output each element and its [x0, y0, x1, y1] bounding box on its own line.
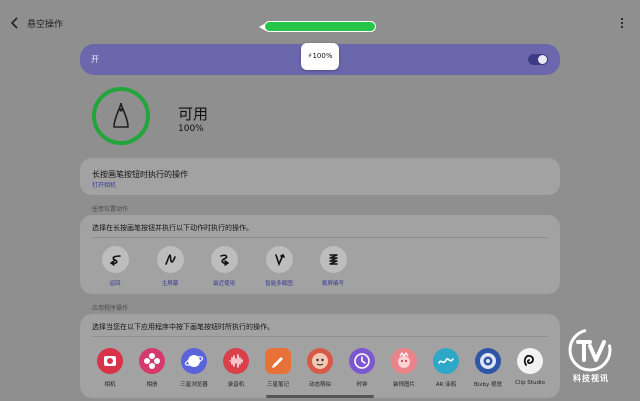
pen-button-action-card[interactable]: 长按画笔按钮时执行的操作 打开相机: [80, 158, 560, 195]
more-vertical-icon[interactable]: [620, 17, 624, 32]
app-label: 三星笔记: [266, 382, 289, 388]
app-label: 装饰图片: [392, 382, 415, 388]
pen-battery-ring: [92, 87, 150, 145]
pen-button-action-value: 打开相机: [92, 182, 117, 189]
bixby-vision-app-icon[interactable]: [475, 348, 501, 374]
gesture-smart-select-icon[interactable]: [265, 246, 293, 273]
gesture-label: 最近使用: [212, 281, 235, 287]
divider: [92, 237, 548, 238]
pen-button-action-title: 长按画笔按钮时执行的操作: [92, 170, 188, 179]
gallery-app-icon[interactable]: [139, 348, 165, 374]
notes-app-icon[interactable]: [265, 348, 291, 374]
app-item-decorate-pic[interactable]: 装饰图片: [384, 348, 424, 388]
app-item-bixby-vision[interactable]: Bixby 视觉: [468, 348, 508, 388]
master-toggle[interactable]: [528, 54, 548, 65]
app-label: 相机: [104, 382, 116, 388]
app-actions-card: 选择当您在以下应用程序中按下画笔按钮时所执行的操作。 相机 相册 三星浏览器 录…: [80, 314, 560, 398]
battery-popup: ⚡100%: [301, 43, 339, 70]
s-pen-graphic: [264, 21, 376, 32]
app-label: AR 涂鸦: [435, 382, 457, 388]
gesture-label: 智能多截图: [265, 281, 293, 287]
chevron-left-icon[interactable]: [10, 16, 24, 32]
ar-doodle-app-icon[interactable]: [433, 348, 459, 374]
app-item-ar-emoji[interactable]: 动态萌拍: [300, 348, 340, 388]
gesture-home-icon[interactable]: [156, 246, 184, 273]
app-label: Clip Studio: [515, 380, 545, 386]
gesture-back-icon[interactable]: [101, 246, 129, 273]
gesture-item-home[interactable]: 主屏幕: [140, 246, 200, 287]
gesture-item-recents[interactable]: 最近使用: [194, 246, 254, 287]
master-switch-label: 开: [91, 55, 99, 64]
app-label: 时钟: [356, 382, 368, 388]
page-title: 悬空操作: [27, 20, 64, 30]
gesture-item-screen-write[interactable]: 截屏编写: [303, 246, 363, 287]
watermark-text: 科技视讯: [573, 374, 609, 383]
battery-popup-text: 100%: [312, 52, 333, 60]
gesture-label: 截屏编写: [321, 281, 344, 287]
pen-status-title: 可用: [178, 105, 209, 123]
app-label: 相册: [146, 382, 158, 388]
decorate-pic-app-icon[interactable]: [391, 348, 417, 374]
ar-emoji-app-icon[interactable]: [307, 348, 333, 374]
gesture-label: 主屏幕: [161, 281, 179, 287]
app-item-notes[interactable]: 三星笔记: [258, 348, 298, 388]
anywhere-section-header: 任意位置动作: [92, 206, 129, 213]
browser-app-icon[interactable]: [181, 348, 207, 374]
app-label: 动态萌拍: [308, 382, 331, 388]
gesture-item-smart-select[interactable]: 智能多截图: [249, 246, 309, 287]
app-item-gallery[interactable]: 相册: [132, 348, 172, 388]
app-item-browser[interactable]: 三星浏览器: [174, 348, 214, 388]
app-item-clock[interactable]: 时钟: [342, 348, 382, 388]
camera-app-icon[interactable]: [97, 348, 123, 374]
gesture-label: 返回: [109, 281, 121, 287]
app-item-voice-recorder[interactable]: 录音机: [216, 348, 256, 388]
app-label: Bixby 视觉: [473, 382, 503, 388]
gesture-screen-write-icon[interactable]: [319, 246, 347, 273]
anywhere-actions-card: 选择在长按画笔按钮并执行以下动作时执行的操作。 返回 主屏幕 最近使用 智能多截…: [80, 215, 560, 294]
app-item-ar-doodle[interactable]: AR 涂鸦: [426, 348, 466, 388]
divider: [92, 336, 548, 337]
app-item-camera[interactable]: 相机: [90, 348, 130, 388]
gesture-recents-icon[interactable]: [210, 246, 238, 273]
toggle-knob: [538, 55, 547, 64]
home-indicator[interactable]: [266, 395, 374, 398]
pen-battery-value: 100%: [178, 124, 204, 134]
app-label: 录音机: [227, 382, 245, 388]
clock-app-icon[interactable]: [349, 348, 375, 374]
app-description: 选择当您在以下应用程序中按下画笔按钮时所执行的操作。: [92, 323, 274, 331]
app-section-header: 应用程序操作: [92, 305, 129, 312]
anywhere-description: 选择在长按画笔按钮并执行以下动作时执行的操作。: [92, 224, 253, 232]
app-item-clip-studio[interactable]: Clip Studio: [510, 348, 550, 386]
gesture-item-back[interactable]: 返回: [85, 246, 145, 287]
voice-recorder-app-icon[interactable]: [223, 348, 249, 374]
app-label: 三星浏览器: [180, 382, 208, 388]
clip-studio-app-icon[interactable]: [517, 348, 543, 374]
pen-nib-icon: [113, 102, 129, 128]
